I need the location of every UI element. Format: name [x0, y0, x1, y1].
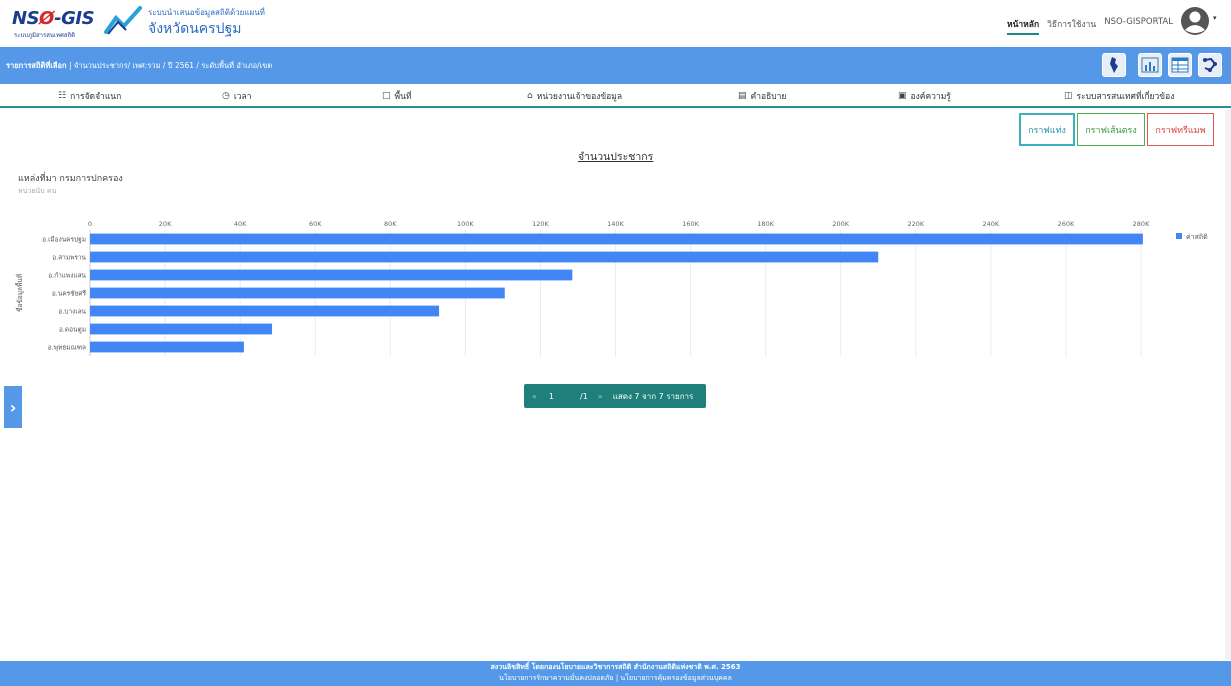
bar	[90, 233, 1143, 245]
menu-related-systems[interactable]: ◫ ระบบสารสนเทศที่เกี่ยวข้อง	[1064, 89, 1174, 103]
menu-label: เวลา	[233, 92, 252, 102]
pagination: « 1 /1 » แสดง 7 จาก 7 รายการ	[524, 384, 706, 408]
menu-label: หน่วยงานเจ้าของข้อมูล	[536, 92, 623, 102]
chart-title: จำนวนประชากร	[578, 151, 654, 163]
area-icon: □	[382, 91, 391, 101]
bar	[90, 341, 244, 353]
footer: สงวนลิขสิทธิ์ โดยกองนโยบายและวิชาการสถิต…	[0, 661, 1231, 686]
y-category-label: อ.สามพราน	[52, 254, 86, 262]
y-category-label: อ.กำแพงแสน	[48, 272, 86, 280]
pager-total: /1	[580, 391, 588, 401]
bar	[90, 269, 573, 281]
sitemap-icon: ☷	[58, 91, 67, 101]
menu-label: องค์ความรู้	[910, 92, 951, 102]
selected-stat-bar: รายการสถิติที่เลือก | จำนวนประชากร/ เพศ:…	[0, 47, 1231, 84]
bar	[90, 287, 505, 299]
y-category-label: อ.พุทธมณฑล	[48, 344, 86, 352]
clock-icon: ◷	[222, 91, 230, 101]
y-category-label: อ.บางเลน	[58, 308, 86, 316]
logo-mark-icon	[104, 6, 142, 35]
menu-area[interactable]: □ พื้นที่	[382, 89, 412, 103]
chart-unit: หน่วยนับ คน	[18, 187, 57, 195]
x-tick-label: 240K	[983, 220, 1000, 228]
x-tick-label: 20K	[159, 220, 172, 228]
logo-text: NSØ-GIS	[12, 8, 95, 29]
y-category-label: อ.เมืองนครปฐม	[42, 236, 86, 244]
menu-time[interactable]: ◷ เวลา	[222, 89, 252, 103]
menu-label: การจัดจำแนก	[70, 92, 122, 102]
menu-knowledge[interactable]: ▣ องค์ความรู้	[898, 89, 951, 103]
x-tick-label: 180K	[757, 220, 774, 228]
legend-label: ค่าสถิติ	[1186, 233, 1208, 241]
user-avatar-icon[interactable]	[1180, 6, 1210, 36]
bar-chart-icon	[1141, 57, 1159, 73]
nav-home[interactable]: หน้าหลัก	[1006, 17, 1040, 35]
bank-icon: ⌂	[527, 91, 533, 101]
chart-source: แหล่งที่มา กรมการปกครอง	[18, 174, 123, 184]
x-tick-label: 120K	[532, 220, 549, 228]
network-icon	[1203, 57, 1217, 72]
network-button[interactable]	[1198, 53, 1222, 77]
selected-stat-text: รายการสถิติที่เลือก | จำนวนประชากร/ เพศ:…	[6, 61, 273, 70]
y-axis-label: ชื่อข้อมูลพื้นที่	[15, 274, 24, 312]
menu-classification[interactable]: ☷ การจัดจำแนก	[58, 89, 121, 103]
description-icon: ▤	[738, 91, 747, 101]
scrollbar[interactable]	[1225, 110, 1231, 660]
bar	[90, 305, 440, 317]
footer-copyright: สงวนลิขสิทธิ์ โดยกองนโยบายและวิชาการสถิต…	[490, 663, 741, 671]
bar	[90, 323, 273, 335]
x-tick-label: 40K	[234, 220, 247, 228]
x-tick-label: 220K	[907, 220, 924, 228]
map-button[interactable]	[1102, 53, 1126, 77]
table-button[interactable]	[1168, 53, 1192, 77]
x-tick-label: 260K	[1058, 220, 1075, 228]
footer-policy-links[interactable]: นโยบายการรักษาความมั่นคงปลอดภัย | นโยบาย…	[0, 673, 1231, 684]
related-systems-icon: ◫	[1064, 91, 1073, 101]
nav-portal[interactable]: NSO-GISPORTAL	[1104, 17, 1173, 35]
menu-bar: ☷ การจัดจำแนก ◷ เวลา □ พื้นที่ ⌂ หน่วยงานเจ้…	[0, 84, 1231, 108]
bar	[90, 251, 879, 263]
nav-howto[interactable]: วิธีการใช้งาน	[1047, 17, 1096, 35]
y-category-label: อ.นครชัยศรี	[52, 290, 87, 298]
y-category-label: อ.ดอนตูม	[59, 326, 86, 334]
pager-page-number[interactable]: 1	[549, 392, 554, 401]
x-tick-label: 80K	[384, 220, 397, 228]
knowledge-icon: ▣	[898, 91, 907, 101]
chevron-right-icon: ›	[9, 397, 17, 417]
sidebar-toggle-button[interactable]: ›	[4, 386, 22, 428]
top-nav: หน้าหลัก วิธีการใช้งาน NSO-GISPORTAL	[1006, 17, 1173, 35]
menu-label: คำอธิบาย	[750, 92, 787, 102]
x-tick-label: 280K	[1133, 220, 1150, 228]
header: NSØ-GIS ระบบภูมิสารสนเทศสถิติ ระบบนำเสนอ…	[0, 0, 1231, 47]
site-title: จังหวัดนครปฐม	[148, 21, 242, 37]
logo-subtitle: ระบบภูมิสารสนเทศสถิติ	[14, 32, 75, 39]
chart-button[interactable]	[1138, 53, 1162, 77]
x-tick-label: 100K	[457, 220, 474, 228]
line-graph-button[interactable]: กราฟเส้นตรง	[1077, 113, 1145, 146]
pager-next-button[interactable]: »	[598, 392, 603, 401]
x-tick-label: 140K	[607, 220, 624, 228]
treemap-graph-button[interactable]: กราฟทรีแมพ	[1147, 113, 1214, 146]
map-icon	[1110, 57, 1118, 73]
bar-chart: 0 20K 40K 60K 80K 100K 120K 140K 160K 180K 200K 220…	[15, 220, 1208, 356]
menu-label: พื้นที่	[394, 92, 412, 102]
chevron-down-icon[interactable]: ▾	[1213, 14, 1217, 22]
nso-gis-logo[interactable]: NSØ-GIS ระบบภูมิสารสนเทศสถิติ	[12, 6, 142, 40]
legend-swatch	[1176, 233, 1182, 239]
pager-first-button[interactable]: «	[532, 392, 537, 401]
x-tick-label: 0	[88, 220, 92, 228]
table-icon	[1171, 57, 1189, 73]
menu-data-owner[interactable]: ⌂ หน่วยงานเจ้าของข้อมูล	[527, 89, 622, 103]
pager-summary: แสดง 7 จาก 7 รายการ	[612, 391, 694, 401]
menu-description[interactable]: ▤ คำอธิบาย	[738, 89, 786, 103]
x-tick-label: 200K	[832, 220, 849, 228]
x-tick-label: 160K	[682, 220, 699, 228]
menu-label: ระบบสารสนเทศที่เกี่ยวข้อง	[1076, 92, 1175, 102]
bar-graph-button[interactable]: กราฟแท่ง	[1019, 113, 1075, 146]
x-tick-label: 60K	[309, 220, 322, 228]
